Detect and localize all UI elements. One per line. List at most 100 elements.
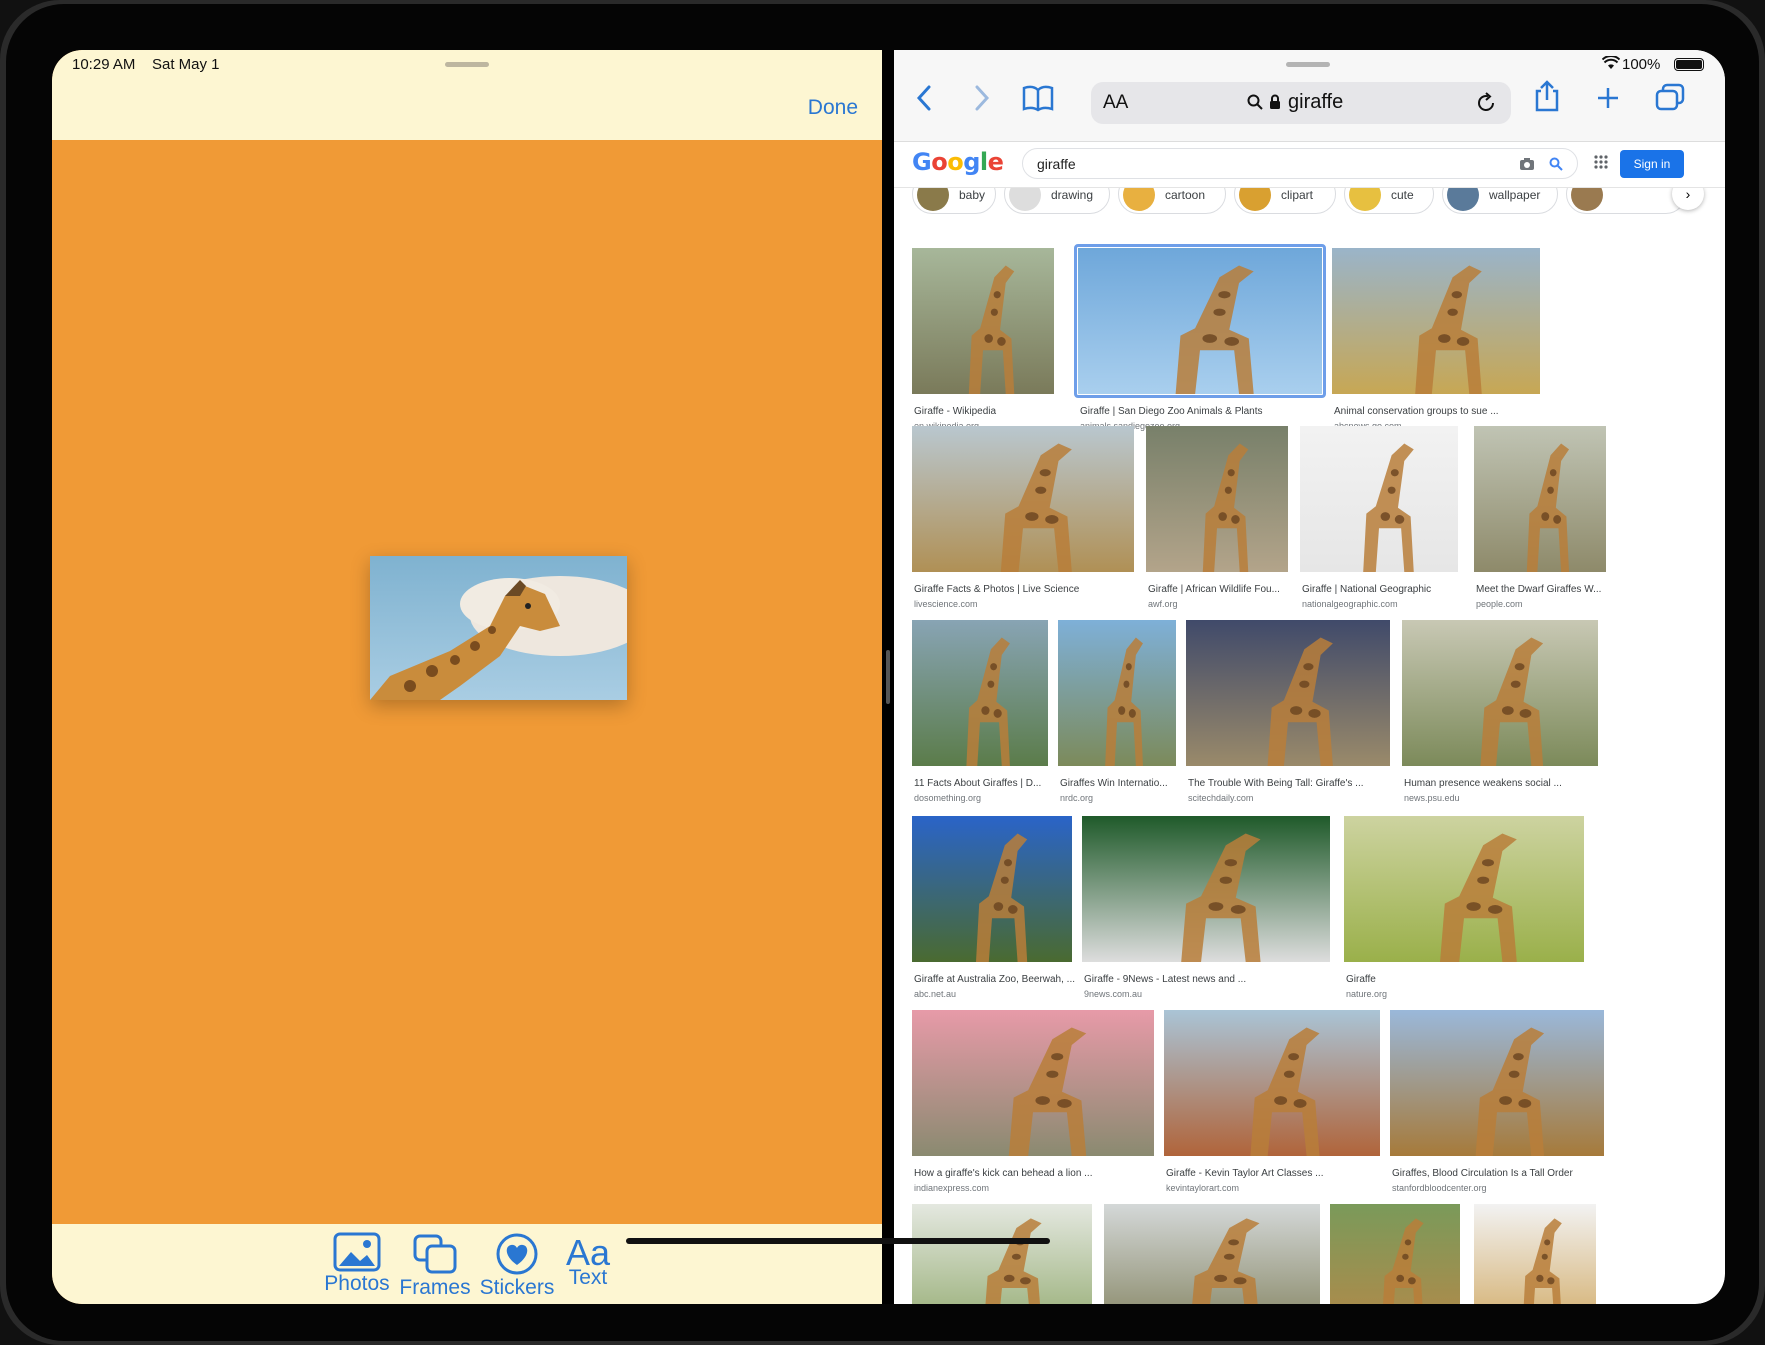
result-thumbnail[interactable] xyxy=(912,816,1072,962)
stickers-tool[interactable]: Stickers xyxy=(476,1232,558,1300)
giraffe-silhouette xyxy=(1475,1027,1545,1156)
result-thumbnail[interactable] xyxy=(912,1204,1092,1304)
image-result-tile[interactable]: Animal conservation groups to sue ...abc… xyxy=(1332,248,1540,434)
image-result-tile[interactable]: 11 Facts About Giraffes | D... dosomethin… xyxy=(912,620,1048,806)
result-title[interactable]: Giraffes, Blood Circulation Is a Tall Or… xyxy=(1392,1168,1616,1179)
result-thumbnail[interactable] xyxy=(1186,620,1390,766)
share-icon[interactable] xyxy=(1534,80,1560,112)
result-title[interactable]: Giraffe - Wikipedia xyxy=(914,406,1066,417)
placed-giraffe-photo[interactable] xyxy=(370,556,627,700)
bookmarks-icon[interactable] xyxy=(1022,84,1054,112)
image-result-tile[interactable]: Giraffe Facts & Photos | Live Science liv… xyxy=(912,426,1134,612)
chip-clipart[interactable]: clipart xyxy=(1234,188,1336,214)
google-logo[interactable]: Google xyxy=(912,148,1004,176)
related-search-chips: baby drawing cartoon clipart cute wallpa… xyxy=(894,188,1725,220)
chip-cute[interactable]: cute xyxy=(1344,188,1434,214)
image-result-tile[interactable]: Giraffes Win Internatio... nrdc.org xyxy=(1058,620,1176,806)
result-title[interactable]: Giraffe Facts & Photos | Live Science xyxy=(914,584,1146,595)
camera-icon[interactable] xyxy=(1519,157,1535,171)
forward-button[interactable] xyxy=(972,84,992,112)
result-thumbnail[interactable] xyxy=(1474,1204,1596,1304)
tabs-overview-icon[interactable] xyxy=(1655,83,1685,111)
giraffe-silhouette xyxy=(968,265,1015,394)
result-thumbnail[interactable] xyxy=(1164,1010,1380,1156)
result-thumbnail[interactable] xyxy=(912,1010,1154,1156)
result-thumbnail[interactable] xyxy=(1330,1204,1460,1304)
image-result-tile[interactable]: Giraffe nature.org xyxy=(1344,816,1584,1002)
google-search-icon[interactable] xyxy=(1549,157,1563,171)
image-result-tile[interactable] xyxy=(1330,1204,1460,1304)
result-title[interactable]: Giraffes Win Internatio... xyxy=(1060,778,1188,789)
home-indicator[interactable] xyxy=(626,1238,1050,1244)
image-result-tile[interactable]: Giraffes, Blood Circulation Is a Tall Or… xyxy=(1390,1010,1604,1196)
reader-aa-button[interactable]: AA xyxy=(1103,92,1128,114)
result-thumbnail[interactable] xyxy=(1332,248,1540,394)
image-result-tile[interactable] xyxy=(912,1204,1092,1304)
reload-icon[interactable] xyxy=(1475,92,1497,114)
image-result-tile[interactable]: Giraffe - 9News - Latest news and ... 9ne… xyxy=(1082,816,1330,1002)
result-thumbnail[interactable] xyxy=(1300,426,1458,572)
image-result-tile[interactable]: Giraffe | African Wildlife Fou... awf.org xyxy=(1146,426,1288,612)
frames-tool[interactable]: Frames xyxy=(398,1232,472,1300)
image-result-tile[interactable]: Giraffe - Kevin Taylor Art Classes ... ke… xyxy=(1164,1010,1380,1196)
divider-handle[interactable] xyxy=(886,650,890,704)
address-bar[interactable]: AA giraffe xyxy=(1091,82,1511,124)
text-tool[interactable]: Aa Text xyxy=(558,1234,618,1290)
back-button[interactable] xyxy=(914,84,934,112)
sign-in-button[interactable]: Sign in xyxy=(1620,150,1684,178)
new-tab-icon[interactable] xyxy=(1596,86,1620,110)
result-title[interactable]: Human presence weakens social ... xyxy=(1404,778,1610,789)
result-title[interactable]: Giraffe | National Geographic xyxy=(1302,584,1470,595)
result-title[interactable]: Animal conservation groups to sue ... xyxy=(1334,406,1552,417)
image-result-tile[interactable]: Giraffe | National Geographic nationalgeo… xyxy=(1300,426,1458,612)
image-result-tile[interactable]: Giraffe at Australia Zoo, Beerwah, ... ab… xyxy=(912,816,1075,1002)
chip-cartoon[interactable]: cartoon xyxy=(1118,188,1226,214)
result-title[interactable]: Meet the Dwarf Giraffes W... xyxy=(1476,584,1618,595)
result-thumbnail[interactable] xyxy=(1344,816,1584,962)
image-result-tile[interactable] xyxy=(1104,1204,1320,1304)
done-button[interactable]: Done xyxy=(808,96,858,120)
chip-drawing[interactable]: drawing xyxy=(1004,188,1110,214)
image-result-tile[interactable] xyxy=(1474,1204,1596,1304)
giraffe-silhouette xyxy=(1526,443,1570,572)
image-result-tile[interactable]: The Trouble With Being Tall: Giraffe's .… xyxy=(1186,620,1390,806)
chip-wallpaper[interactable]: wallpaper xyxy=(1442,188,1558,214)
result-thumbnail[interactable] xyxy=(912,620,1048,766)
result-thumbnail[interactable] xyxy=(1146,426,1288,572)
result-title[interactable]: How a giraffe's kick can behead a lion .… xyxy=(914,1168,1166,1179)
result-title[interactable]: Giraffe | African Wildlife Fou... xyxy=(1148,584,1300,595)
result-thumbnail[interactable] xyxy=(1390,1010,1604,1156)
result-title[interactable]: Giraffe - 9News - Latest news and ... xyxy=(1084,974,1342,985)
result-source: livescience.com xyxy=(914,599,978,609)
result-thumbnail[interactable] xyxy=(912,248,1054,394)
google-search-query[interactable]: giraffe xyxy=(1037,156,1076,172)
result-title[interactable]: 11 Facts About Giraffes | D... xyxy=(914,778,1060,789)
result-title[interactable]: Giraffe xyxy=(1346,974,1596,985)
result-title[interactable]: Giraffe - Kevin Taylor Art Classes ... xyxy=(1166,1168,1392,1179)
image-result-tile[interactable]: Giraffe - Wikipediaen.wikipedia.org xyxy=(912,248,1054,434)
result-thumbnail[interactable] xyxy=(1402,620,1598,766)
result-thumbnail[interactable] xyxy=(912,426,1134,572)
chip-more[interactable] xyxy=(1566,188,1686,214)
google-search-box[interactable]: giraffe xyxy=(1022,148,1578,179)
result-title[interactable]: Giraffe | San Diego Zoo Animals & Plants xyxy=(1080,406,1334,417)
multitasking-grabber-right[interactable] xyxy=(1286,62,1330,67)
result-thumbnail[interactable] xyxy=(1082,816,1330,962)
chip-baby[interactable]: baby xyxy=(912,188,996,214)
result-thumbnail[interactable] xyxy=(1104,1204,1320,1304)
split-view-divider[interactable] xyxy=(882,50,894,1304)
image-result-tile[interactable]: How a giraffe's kick can behead a lion .… xyxy=(912,1010,1154,1196)
image-result-tile[interactable]: Giraffe | San Diego Zoo Animals & Plants… xyxy=(1074,244,1326,434)
image-result-tile[interactable]: Meet the Dwarf Giraffes W... people.com xyxy=(1474,426,1606,612)
image-result-tile[interactable]: Human presence weakens social ... news.ps… xyxy=(1402,620,1598,806)
result-title[interactable]: Giraffe at Australia Zoo, Beerwah, ... xyxy=(914,974,1084,985)
result-thumbnail[interactable] xyxy=(1474,426,1606,572)
multitasking-grabber[interactable] xyxy=(445,62,489,67)
result-title[interactable]: The Trouble With Being Tall: Giraffe's .… xyxy=(1188,778,1402,789)
result-thumbnail[interactable] xyxy=(1058,620,1176,766)
photos-tool[interactable]: Photos xyxy=(320,1232,394,1296)
google-apps-icon[interactable] xyxy=(1594,155,1608,169)
chip-label: wallpaper xyxy=(1489,188,1541,202)
status-date: Sat May 1 xyxy=(152,56,220,73)
result-source: abc.net.au xyxy=(914,989,957,999)
